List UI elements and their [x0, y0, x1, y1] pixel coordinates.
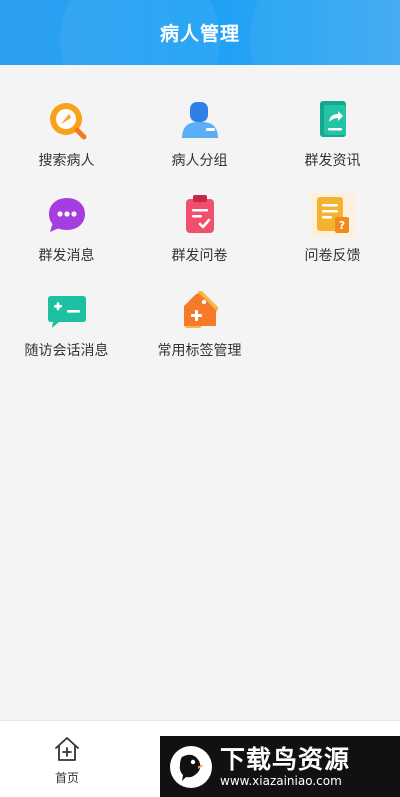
menu-item-tag-manage[interactable]: 常用标签管理	[133, 255, 266, 359]
tab-home[interactable]: 首页	[42, 735, 92, 791]
menu-item-patient-group[interactable]: 病人分组	[133, 65, 266, 169]
search-patient-icon	[45, 98, 89, 142]
svg-text:?: ?	[338, 219, 344, 232]
app-header: 病人管理	[0, 0, 400, 65]
watermark-title: 下载鸟资源	[220, 744, 351, 774]
menu-item-label: 常用标签管理	[157, 343, 242, 359]
menu-item-mass-questionnaire[interactable]: 群发问卷	[133, 160, 266, 264]
watermark-banner: 下载鸟资源 www.xiazainiao.com	[160, 736, 400, 797]
questionnaire-feedback-icon: ?	[310, 193, 355, 237]
menu-item-followup-chat[interactable]: 随访会话消息	[0, 255, 133, 359]
bird-logo-icon	[168, 744, 214, 790]
page-title: 病人管理	[159, 23, 240, 45]
menu-item-mass-message[interactable]: 群发消息	[0, 160, 133, 264]
tag-manage-icon	[178, 288, 222, 332]
followup-chat-icon	[45, 288, 89, 332]
mass-message-icon	[45, 193, 89, 237]
watermark-url: www.xiazainiao.com	[220, 773, 342, 788]
home-icon	[55, 737, 79, 761]
mass-questionnaire-icon	[178, 193, 222, 237]
menu-item-search-patient[interactable]: 搜索病人	[0, 65, 133, 169]
menu-item-label: 问卷反馈	[304, 248, 361, 264]
patient-group-icon	[178, 98, 222, 142]
menu-item-label: 随访会话消息	[24, 343, 109, 359]
mass-info-icon	[311, 98, 355, 142]
menu-item-questionnaire-feedback[interactable]: ? 问卷反馈	[266, 160, 399, 264]
tab-home-label: 首页	[54, 771, 79, 785]
menu-grid: 搜索病人 病人分组 群发资讯 群发消息 群发问卷 ? 问卷反馈 随访会话消息 常…	[0, 65, 400, 720]
menu-item-mass-info[interactable]: 群发资讯	[266, 65, 399, 169]
